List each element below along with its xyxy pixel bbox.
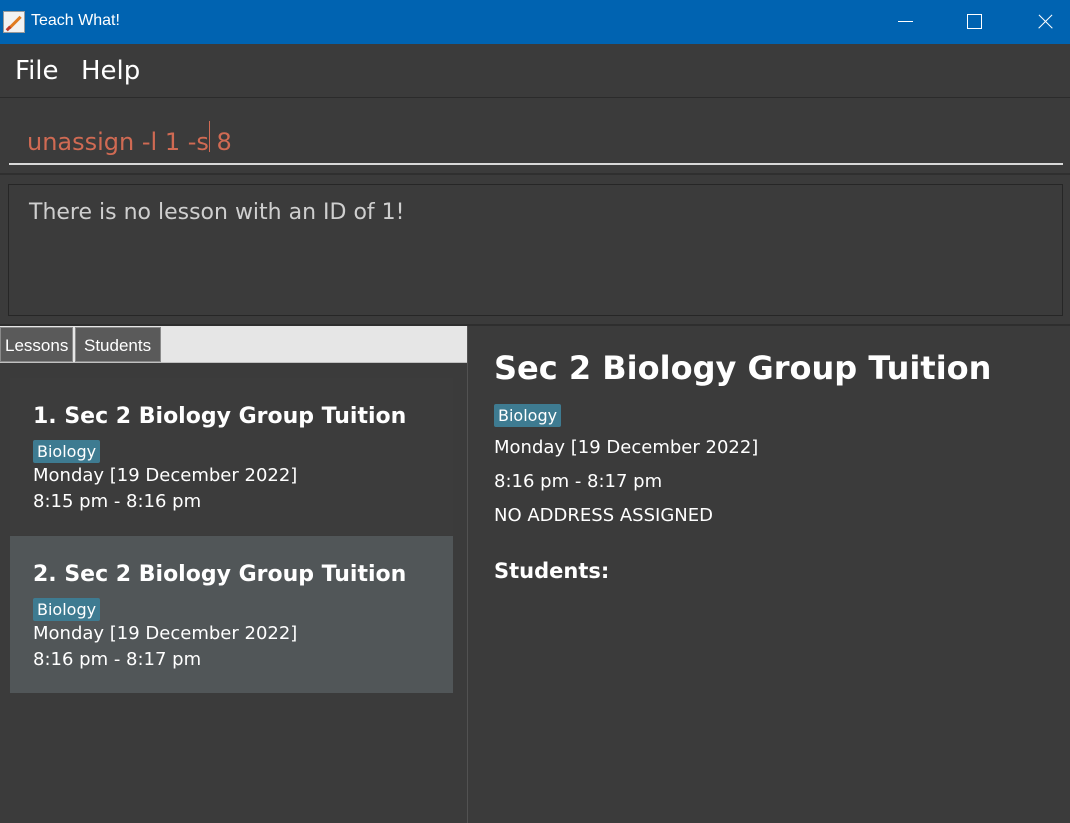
lesson-card-selected[interactable]: 2. Sec 2 Biology Group Tuition Biology M… [10, 536, 453, 693]
lesson-title: 1. Sec 2 Biology Group Tuition [33, 404, 407, 429]
title-bar: Teach What! [0, 0, 1070, 44]
minimize-button[interactable] [870, 0, 940, 44]
app-icon [3, 11, 25, 33]
lesson-title: 2. Sec 2 Biology Group Tuition [33, 562, 407, 587]
detail-title: Sec 2 Biology Group Tuition [494, 349, 992, 387]
command-box [0, 99, 1070, 175]
lesson-date: Monday [19 December 2022] [33, 465, 298, 486]
detail-time: 8:16 pm - 8:17 pm [494, 471, 663, 492]
lesson-detail-panel: Sec 2 Biology Group Tuition Biology Mond… [469, 326, 1070, 823]
close-button[interactable] [1008, 0, 1070, 44]
lesson-date: Monday [19 December 2022] [33, 623, 298, 644]
window-title: Teach What! [31, 12, 120, 29]
lesson-card[interactable]: 1. Sec 2 Biology Group Tuition Biology M… [10, 378, 453, 535]
lesson-time: 8:16 pm - 8:17 pm [33, 649, 202, 670]
detail-subject-tag: Biology [494, 404, 562, 427]
lesson-list-panel: Lessons Students 1. Sec 2 Biology Group … [0, 326, 468, 823]
tab-lessons[interactable]: Lessons [0, 327, 73, 362]
minimize-icon [898, 21, 913, 22]
command-input[interactable] [9, 107, 1063, 165]
menu-file[interactable]: File [15, 56, 59, 86]
menu-help[interactable]: Help [81, 56, 140, 86]
subject-tag: Biology [33, 598, 101, 621]
detail-address: NO ADDRESS ASSIGNED [494, 505, 713, 526]
text-caret [209, 121, 210, 152]
maximize-icon [967, 14, 982, 29]
tab-students[interactable]: Students [75, 327, 161, 362]
maximize-button[interactable] [938, 0, 1008, 44]
result-message: There is no lesson with an ID of 1! [29, 200, 405, 225]
detail-students-heading: Students: [494, 559, 610, 583]
tab-bar: Lessons Students [0, 326, 467, 363]
subject-tag: Biology [33, 440, 101, 463]
menu-bar: File Help [0, 44, 1070, 98]
result-display[interactable]: There is no lesson with an ID of 1! [8, 184, 1063, 316]
lesson-time: 8:15 pm - 8:16 pm [33, 491, 202, 512]
detail-date: Monday [19 December 2022] [494, 437, 759, 458]
